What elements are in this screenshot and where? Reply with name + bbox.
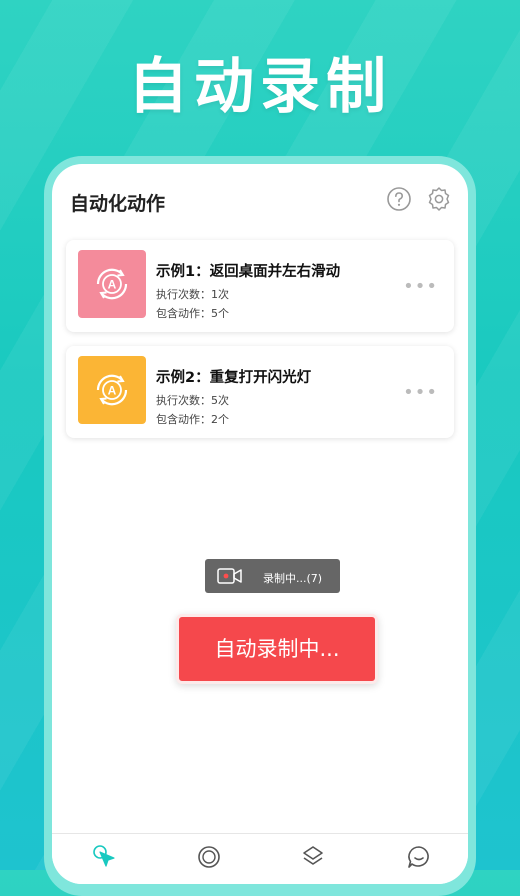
page-title: 自动化动作: [70, 193, 166, 215]
bottom-nav: [52, 833, 468, 884]
card-title: 示例2：重复打开闪光灯: [156, 370, 312, 386]
exec-count: 执行次数：1次: [156, 288, 229, 301]
svg-text:A: A: [108, 278, 117, 292]
card-thumbnail: A: [78, 250, 146, 318]
more-options-icon[interactable]: •••: [403, 382, 438, 403]
exec-count: 执行次数：5次: [156, 394, 229, 407]
toast-text: 录制中...(7): [263, 572, 323, 585]
card-title: 示例1：返回桌面并左右滑动: [156, 264, 341, 280]
gear-icon[interactable]: [426, 186, 452, 212]
actions-count: 包含动作：2个: [156, 413, 229, 426]
circle-icon[interactable]: [196, 844, 222, 870]
automation-card[interactable]: A 示例1：返回桌面并左右滑动 执行次数：1次 包含动作：5个 •••: [66, 240, 454, 332]
auto-refresh-a-icon: A: [96, 268, 128, 300]
layers-icon[interactable]: [300, 844, 326, 870]
video-camera-icon: [217, 567, 243, 588]
promo-headline: 自动录制: [128, 52, 392, 122]
pointer-tap-icon[interactable]: [92, 844, 118, 870]
app-screen: 自动化动作 A 示例1：返回桌面并左右滑动 执行次数：1次 包含动作：5个 ••…: [52, 164, 468, 884]
auto-refresh-a-icon: A: [96, 374, 128, 406]
automation-card[interactable]: A 示例2：重复打开闪光灯 执行次数：5次 包含动作：2个 •••: [66, 346, 454, 438]
recording-button[interactable]: 自动录制中...: [176, 614, 378, 684]
actions-count: 包含动作：5个: [156, 307, 229, 320]
svg-text:A: A: [108, 384, 117, 398]
chat-bubble-icon[interactable]: [406, 844, 432, 870]
more-options-icon[interactable]: •••: [403, 276, 438, 297]
help-circle-icon[interactable]: [386, 186, 412, 212]
recording-toast: 录制中...(7): [205, 559, 340, 593]
card-thumbnail: A: [78, 356, 146, 424]
